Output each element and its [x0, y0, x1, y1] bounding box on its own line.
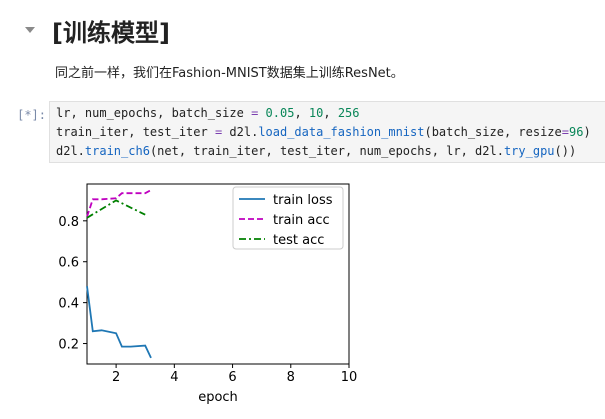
- code-token: 96: [569, 125, 584, 139]
- collapse-caret-icon[interactable]: [20, 20, 40, 40]
- x-tick-label: 6: [228, 370, 236, 385]
- code-token: ,: [294, 106, 309, 120]
- y-tick-label: 0.6: [58, 256, 79, 271]
- code-token: (batch_size, resize: [424, 125, 562, 139]
- code-token: train_iter, test_iter: [56, 125, 215, 139]
- legend-label: test acc: [273, 233, 324, 248]
- code-token: =: [561, 125, 569, 139]
- legend-label: train acc: [273, 213, 330, 228]
- y-tick-label: 0.2: [58, 338, 79, 353]
- heading-text: [训练模型]: [52, 18, 170, 47]
- code-token: (net, train_iter, test_iter, num_epochs,…: [149, 144, 504, 158]
- y-tick-label: 0.8: [58, 215, 79, 230]
- code-token: ): [583, 125, 591, 139]
- code-token: ,: [323, 106, 338, 120]
- code-token: d2l.: [56, 144, 85, 158]
- code-line: d2l.train_ch6(net, train_iter, test_iter…: [56, 144, 576, 158]
- training-chart: 2 4 6 8 10 0.2 0.4 0.6 0.8 epoch train loss train a…: [58, 183, 358, 405]
- cell-output: 2 4 6 8 10 0.2 0.4 0.6 0.8 epoch train loss train a…: [35, 173, 365, 413]
- code-token: train_ch6: [84, 144, 150, 158]
- x-axis-label: epoch: [198, 390, 238, 405]
- code-cell[interactable]: lr, num_epochs, batch_size = 0.05, 10, 2…: [49, 101, 605, 163]
- x-tick-label: 4: [170, 370, 178, 385]
- x-tick-label: 2: [112, 370, 120, 385]
- code-token: lr, num_epochs, batch_size: [56, 106, 252, 120]
- legend-label: train loss: [273, 193, 333, 208]
- code-token: load_data_fashion_mnist: [258, 125, 425, 139]
- code-token: 10: [308, 106, 324, 120]
- code-token: ()): [554, 144, 577, 158]
- code-token: 0.05: [265, 106, 295, 120]
- x-tick-label: 10: [341, 370, 358, 385]
- cell-prompt: [*]:: [17, 108, 46, 122]
- code-line: lr, num_epochs, batch_size = 0.05, 10, 2…: [56, 106, 360, 120]
- section-heading: [训练模型]: [20, 12, 170, 48]
- code-line: train_iter, test_iter = d2l.load_data_fa…: [56, 125, 591, 139]
- code-token: try_gpu: [503, 144, 555, 158]
- series-line-test-acc: [86, 199, 146, 219]
- description-text: 同之前一样，我们在Fashion-MNIST数据集上训练ResNet。: [55, 66, 404, 81]
- x-tick-label: 8: [287, 370, 295, 385]
- y-tick-label: 0.4: [58, 297, 79, 312]
- code-token: 256: [337, 106, 360, 120]
- series-line-train-loss: [86, 286, 152, 359]
- code-token: d2l.: [222, 125, 259, 139]
